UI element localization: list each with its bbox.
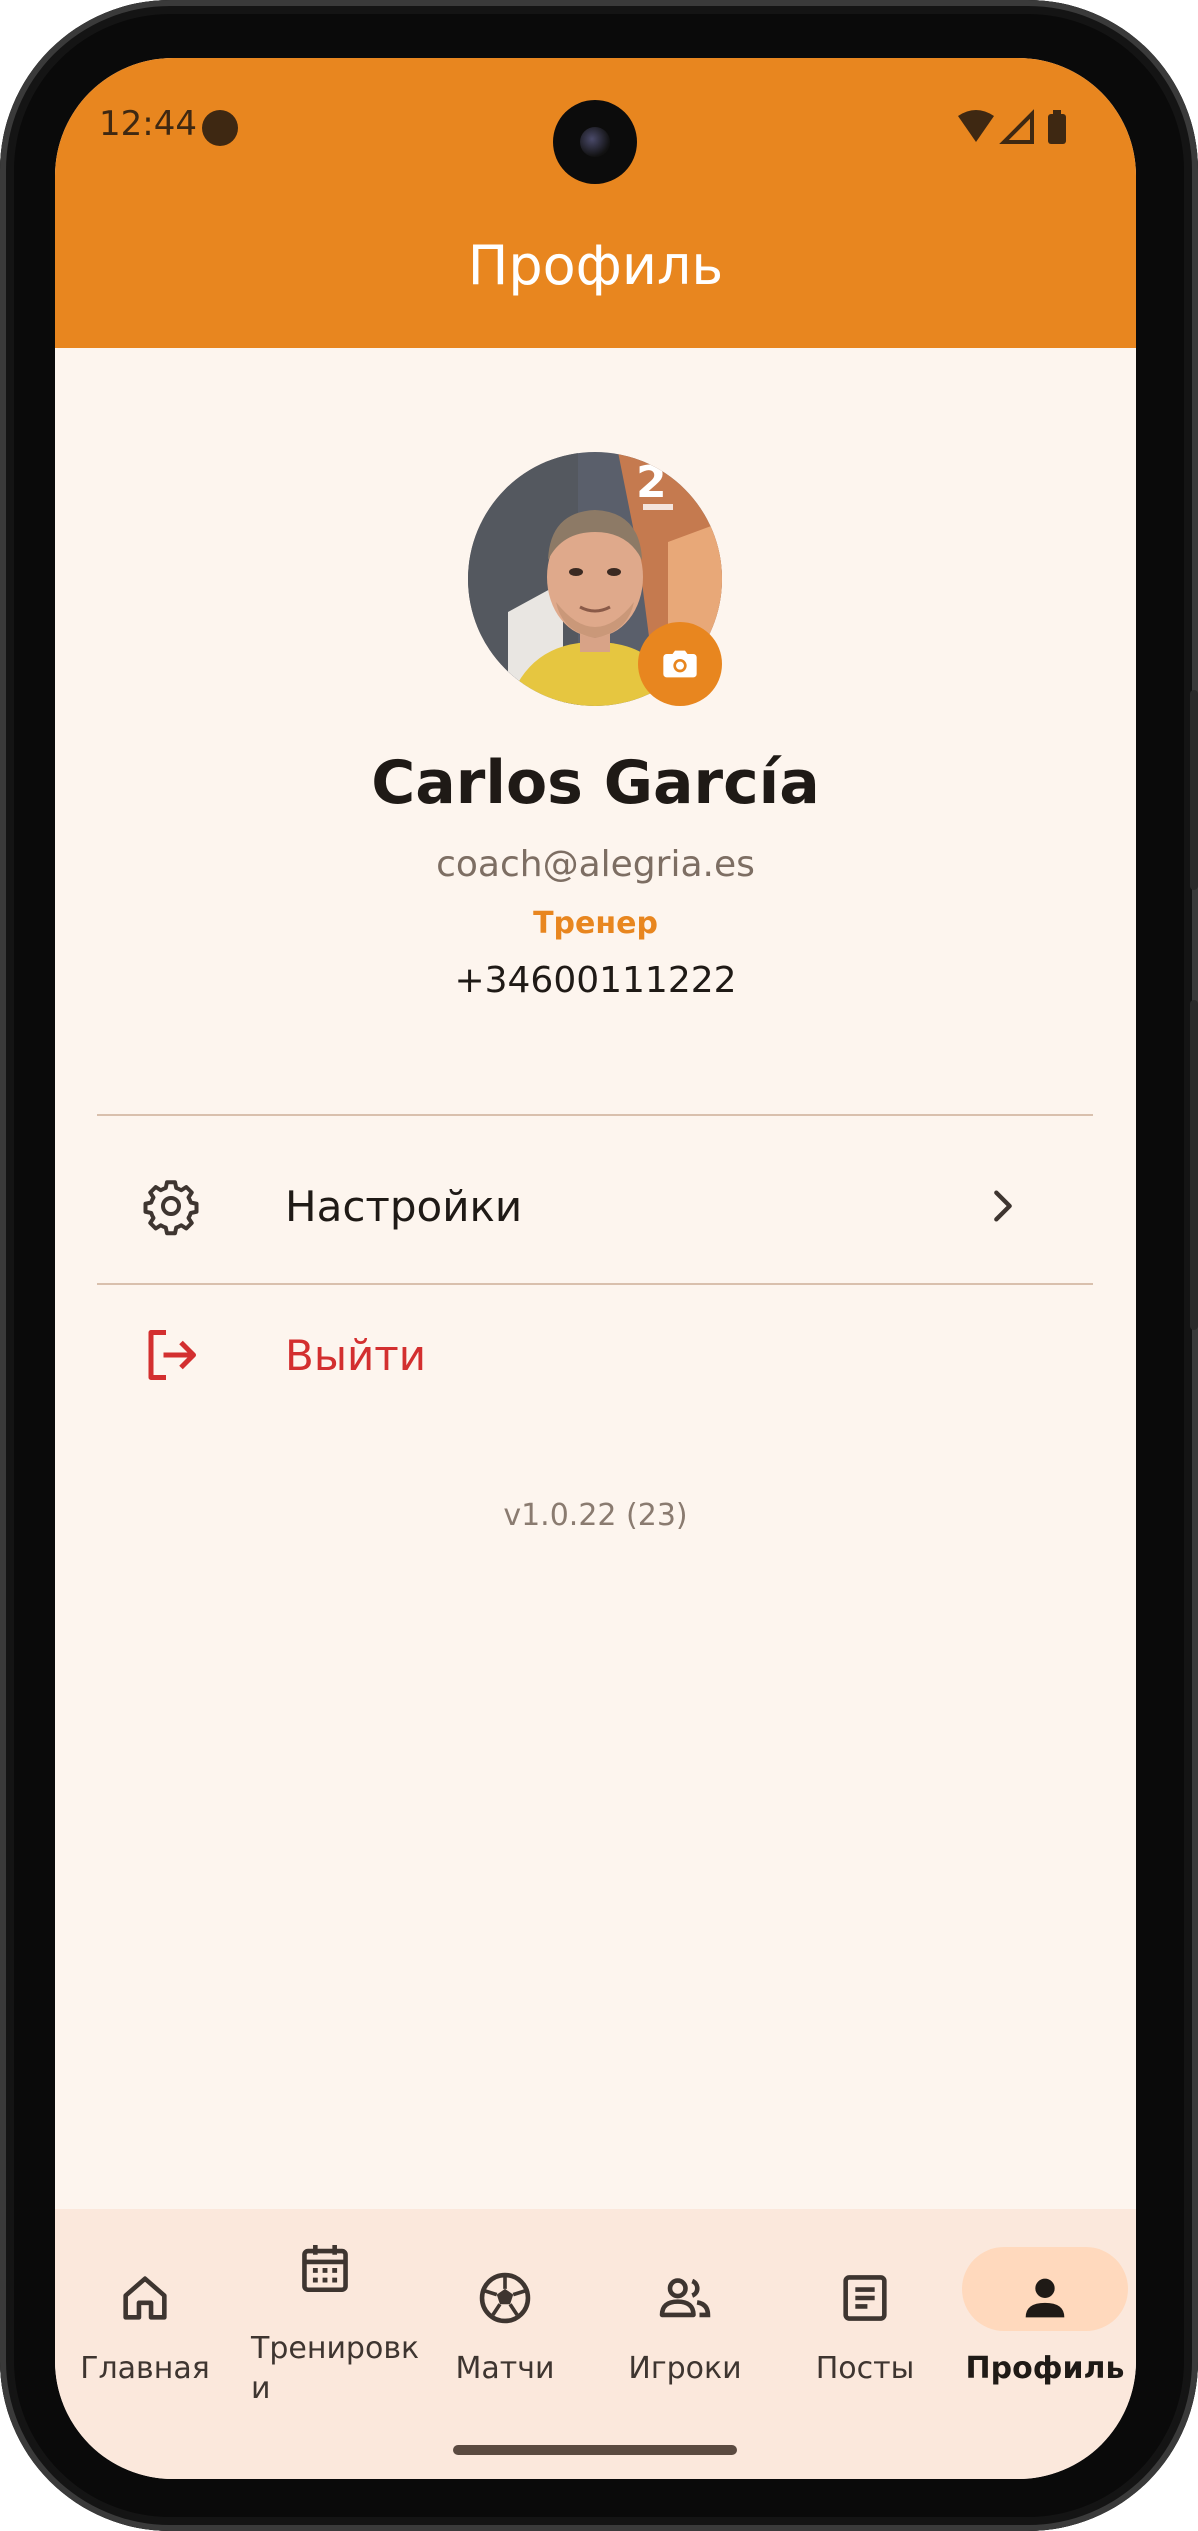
calendar-icon — [302, 2245, 348, 2293]
soccer-ball-icon — [479, 2272, 531, 2324]
nav-item-posts[interactable]: Посты — [775, 2209, 955, 2479]
signal-icon — [999, 109, 1034, 144]
phone-frame: 12:44 Профиль 2 Carlos García coach@aleg… — [0, 0, 1198, 2531]
people-icon — [659, 2278, 711, 2318]
chevron-right-icon — [994, 1190, 1012, 1222]
gear-icon — [143, 1180, 199, 1236]
home-indicator[interactable] — [453, 2445, 737, 2455]
side-button — [1190, 690, 1198, 890]
status-time: 12:44 — [99, 104, 197, 144]
nav-item-home[interactable]: Главная — [55, 2209, 235, 2479]
profile-name: Carlos García — [371, 748, 820, 818]
change-photo-button[interactable] — [638, 622, 722, 706]
nav-item-profile[interactable]: Профиль — [955, 2209, 1135, 2479]
battery-icon — [1048, 114, 1066, 144]
nav-label-profile: Профиль — [965, 2351, 1125, 2386]
nav-label-posts: Посты — [815, 2351, 915, 2386]
profile-phone: +34600111222 — [454, 960, 737, 1001]
divider — [97, 1114, 1093, 1116]
nav-label-players: Игроки — [628, 2351, 742, 2386]
settings-row[interactable]: Настройки — [97, 1131, 1093, 1281]
nav-label-trainings: Тренировк и — [251, 2331, 420, 2406]
front-camera — [553, 100, 637, 184]
wifi-icon — [958, 110, 994, 142]
person-icon — [1025, 2278, 1065, 2318]
settings-label: Настройки — [285, 1181, 523, 1231]
logout-icon — [148, 1330, 196, 1380]
bottom-nav: Главная Тренировк и Матчи Игроки Посты П… — [55, 2209, 1136, 2479]
nav-label-home: Главная — [80, 2351, 210, 2386]
nav-item-players[interactable]: Игроки — [595, 2209, 775, 2479]
logout-label: Выйти — [285, 1330, 427, 1380]
avatar-container: 2 — [468, 452, 722, 706]
article-icon — [843, 2275, 887, 2321]
svg-text:2: 2 — [636, 457, 667, 508]
nav-label-matches: Матчи — [455, 2351, 555, 2386]
home-icon — [123, 2276, 167, 2320]
app-version: v1.0.22 (23) — [503, 1498, 688, 1533]
screen: 12:44 Профиль 2 Carlos García coach@aleg… — [55, 58, 1136, 2479]
app-bar: 12:44 Профиль — [55, 58, 1136, 348]
nav-item-trainings[interactable]: Тренировк и — [235, 2209, 420, 2479]
profile-email: coach@alegria.es — [436, 844, 755, 885]
nav-item-matches[interactable]: Матчи — [415, 2209, 595, 2479]
page-title: Профиль — [467, 234, 724, 297]
logout-row[interactable]: Выйти — [97, 1280, 1093, 1430]
notification-dot-icon — [202, 110, 238, 146]
profile-role: Тренер — [533, 906, 658, 941]
status-icons — [958, 109, 1066, 144]
camera-icon — [663, 650, 697, 678]
side-button — [1190, 1000, 1198, 1330]
